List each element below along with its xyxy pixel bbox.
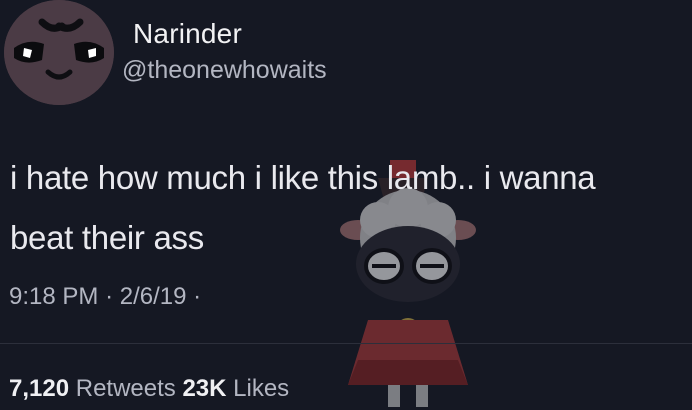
tweet-text-line-2: beat their ass	[10, 219, 204, 256]
angry-face-icon	[4, 0, 114, 105]
tweet-meta: 9:18 PM · 2/6/19 ·	[9, 283, 201, 311]
meta-separator: ·	[105, 283, 114, 310]
divider	[0, 343, 692, 344]
meta-separator-trailing: ·	[193, 283, 202, 310]
tweet-time[interactable]: 9:18 PM	[9, 283, 98, 310]
display-name[interactable]: Narinder	[133, 18, 242, 50]
retweets-label[interactable]: Retweets	[76, 375, 176, 402]
tweet-text-line-1: i hate how much i like this lamb.. i wan…	[10, 159, 596, 196]
tweet-date[interactable]: 2/6/19	[120, 283, 187, 310]
tweet-stats: 7,120 Retweets 23K Likes	[9, 375, 289, 403]
tweet-card: Narinder @theonewhowaits i hate how much…	[0, 0, 692, 410]
user-handle[interactable]: @theonewhowaits	[122, 56, 327, 85]
likes-count[interactable]: 23K	[182, 375, 226, 402]
tweet-text: i hate how much i like this lamb.. i wan…	[10, 148, 690, 268]
retweets-count[interactable]: 7,120	[9, 375, 69, 402]
likes-label[interactable]: Likes	[233, 375, 289, 402]
avatar[interactable]	[4, 0, 114, 105]
